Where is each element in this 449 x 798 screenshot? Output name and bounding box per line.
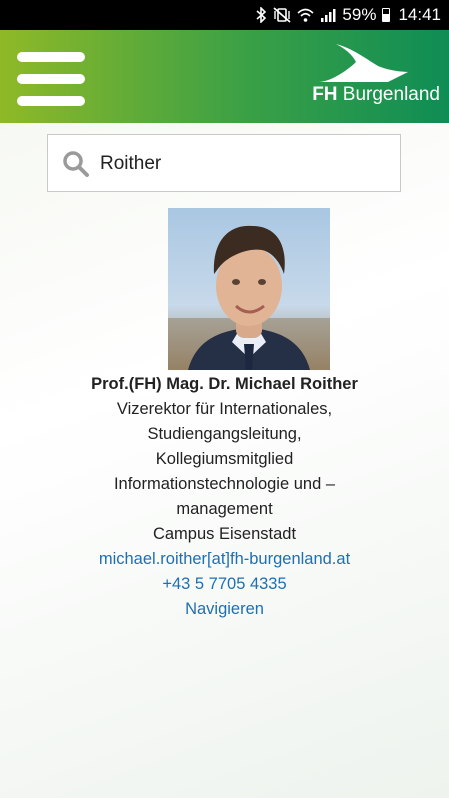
search-box[interactable] — [47, 134, 401, 192]
phone-link[interactable]: +43 5 7705 4335 — [0, 572, 449, 597]
person-department-line: management — [176, 500, 273, 518]
portrait-photo — [168, 208, 330, 370]
battery-icon — [382, 8, 391, 22]
vibrate-mute-icon — [273, 7, 292, 23]
logo-text-rest: Burgenland — [342, 84, 440, 105]
fh-burgenland-logo[interactable]: FH Burgenland — [312, 38, 440, 116]
search-icon — [63, 151, 89, 177]
status-bar: 59% 14:41 — [0, 0, 449, 30]
search-input[interactable] — [98, 149, 392, 179]
person-role-line: Studiengangsleitung, — [147, 425, 302, 443]
logo-wing-icon — [318, 44, 408, 82]
person-card: Prof.(FH) Mag. Dr. Michael Roither Vizer… — [0, 372, 449, 622]
person-department-line: Informationstechnologie und – — [113, 475, 336, 493]
person-role-line: Vizerektor für Internationales, — [116, 400, 333, 418]
bluetooth-icon — [256, 7, 267, 23]
app-header: FH Burgenland — [0, 30, 449, 123]
logo-text-bold: FH — [312, 84, 338, 105]
wifi-icon — [297, 8, 314, 22]
clock: 14:41 — [398, 5, 441, 24]
person-role-line: Kollegiumsmitglied — [155, 450, 294, 468]
person-campus: Campus Eisenstadt — [152, 525, 297, 543]
person-name: Prof.(FH) Mag. Dr. Michael Roither — [91, 375, 358, 393]
battery-percent: 59% — [342, 5, 377, 24]
email-link[interactable]: michael.roither[at]fh-burgenland.at — [0, 547, 449, 572]
navigate-link[interactable]: Navigieren — [0, 597, 449, 622]
signal-icon — [320, 8, 336, 22]
hamburger-menu-icon[interactable] — [17, 52, 85, 106]
